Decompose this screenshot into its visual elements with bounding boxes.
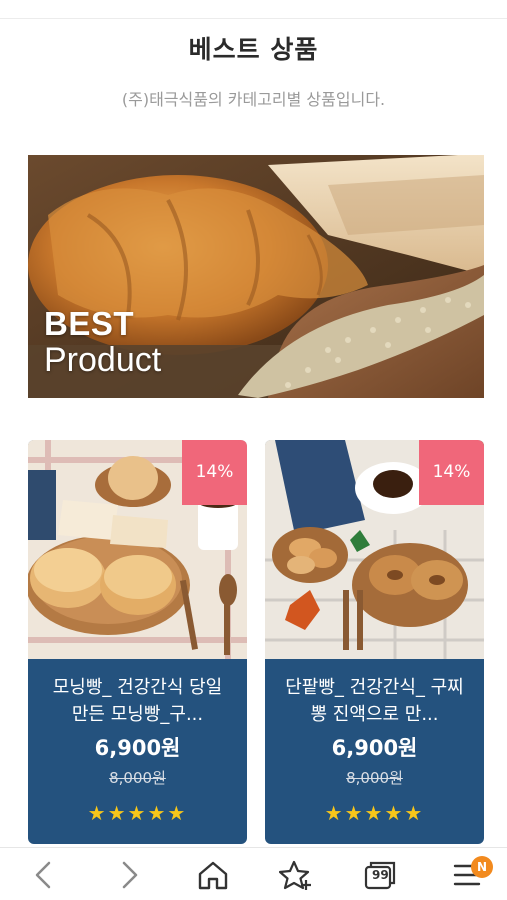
- star-rating: ★★★★★: [87, 801, 188, 825]
- forward-icon: [122, 861, 138, 888]
- product-card[interactable]: 14% 모닝빵_ 건강간식 당일 만든 모닝빵_구... 6,900원 8,00…: [28, 440, 247, 844]
- discount-badge: 14%: [182, 440, 247, 505]
- star-rating: ★★★★★: [324, 801, 425, 825]
- product-card[interactable]: 14% 단팥빵_ 건강간식_ 구찌뽕 진액으로 만... 6,900원 8,00…: [265, 440, 484, 844]
- product-original-price: 8,000원: [346, 769, 403, 787]
- discount-badge: 14%: [419, 440, 484, 505]
- product-name[interactable]: 모닝빵_ 건강간식 당일 만든 모닝빵_구...: [42, 674, 233, 728]
- product-price: 6,900원: [94, 736, 181, 760]
- product-image[interactable]: 14%: [28, 440, 247, 659]
- banner-title-best: BEST: [44, 305, 135, 342]
- page-subtitle: (주)태극식품의 카테고리별 상품입니다.: [121, 90, 386, 109]
- tabs-count: 99: [372, 868, 389, 882]
- product-price: 6,900원: [331, 736, 418, 760]
- back-button[interactable]: [13, 848, 73, 900]
- forward-button[interactable]: [100, 848, 160, 900]
- bookmark-add-button[interactable]: [266, 848, 326, 900]
- page-title: 베스트 상품: [188, 35, 319, 64]
- best-product-banner[interactable]: BEST Product: [28, 155, 484, 398]
- star-plus-icon: [279, 860, 311, 890]
- back-icon: [35, 861, 51, 888]
- bottom-nav-bar: 99 N: [0, 847, 507, 900]
- notification-badge: N: [471, 856, 493, 878]
- product-image[interactable]: 14%: [265, 440, 484, 659]
- tabs-button[interactable]: 99: [350, 848, 410, 900]
- product-original-price: 8,000원: [109, 769, 166, 787]
- home-icon: [198, 861, 228, 889]
- home-button[interactable]: [183, 848, 243, 900]
- banner-title-product: Product: [44, 341, 162, 379]
- menu-button[interactable]: N: [437, 848, 497, 900]
- top-divider: [0, 18, 507, 19]
- product-name[interactable]: 단팥빵_ 건강간식_ 구찌뽕 진액으로 만...: [279, 674, 470, 728]
